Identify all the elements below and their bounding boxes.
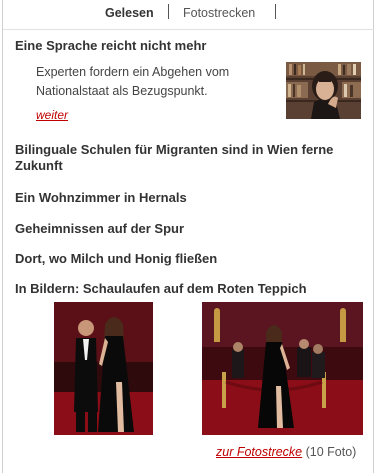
more-link[interactable]: weiter (36, 108, 68, 122)
gallery-count: (10 Foto) (305, 445, 357, 459)
most-read-widget: Gelesen Fotostrecken Eine Sprache reicht… (2, 0, 374, 473)
tab-fotostrecken[interactable]: Fotostrecken (183, 6, 255, 20)
headline-item[interactable]: Geheimnissen auf der Spur (15, 221, 367, 237)
featured-teaser: Experten fordern ein Abgehen vom Nationa… (36, 65, 230, 98)
featured-headline[interactable]: Eine Sprache reicht nicht mehr (15, 38, 367, 54)
headline-item[interactable]: Bilinguale Schulen für Migranten sind in… (15, 142, 367, 174)
portrait-photo[interactable] (286, 62, 361, 119)
tab-divider (3, 29, 374, 30)
tab-bar: Gelesen Fotostrecken (3, 0, 374, 26)
red-carpet-couple-photo[interactable] (54, 302, 153, 435)
tab-separator (168, 4, 169, 19)
gallery-link[interactable]: zur Fotostrecke (216, 445, 302, 459)
red-carpet-actress-photo[interactable] (202, 302, 363, 435)
tab-separator (275, 4, 276, 19)
tab-gelesen[interactable]: Gelesen (105, 6, 154, 20)
gallery-footer: zur Fotostrecke (10 Foto) (216, 445, 356, 459)
headline-item[interactable]: In Bildern: Schaulaufen auf dem Roten Te… (15, 281, 367, 297)
headline-item[interactable]: Dort, wo Milch und Honig fließen (15, 251, 367, 267)
headline-item[interactable]: Ein Wohnzimmer in Hernals (15, 190, 367, 206)
